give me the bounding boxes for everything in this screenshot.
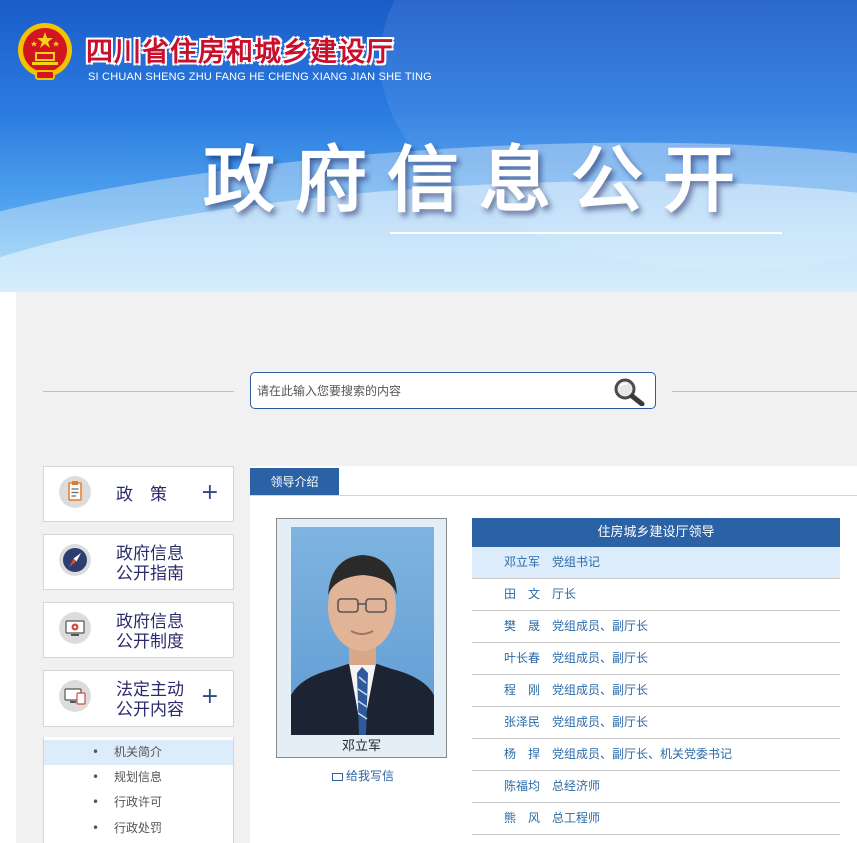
leader-name: 邓立军 xyxy=(504,555,541,569)
sidebar-item-label: 政府信息 公开制度 xyxy=(116,612,184,652)
leader-position: 党组成员、副厅长 xyxy=(552,619,649,633)
leaders-table: 住房城乡建设厅领导 邓立军 党组书记 田 文 厅长 樊 晟 党组成员、副厅长 叶… xyxy=(472,518,840,835)
bullet-icon: • xyxy=(92,745,100,759)
submenu-item-label: 规划信息 xyxy=(114,770,163,784)
sidebar-submenu: • 机关简介 • 规划信息 • 行政许可 • 行政处罚 xyxy=(43,737,234,843)
leader-name: 田 文 xyxy=(504,587,541,601)
leader-position: 党组成员、副厅长 xyxy=(552,651,649,665)
sidebar-item-label: 政府信息 公开指南 xyxy=(116,544,184,584)
leader-photo[interactable] xyxy=(291,527,434,735)
envelope-icon xyxy=(332,773,343,781)
leader-name: 张泽民 xyxy=(504,715,541,729)
expand-plus-icon[interactable]: + xyxy=(201,686,219,708)
tab-divider xyxy=(250,495,857,496)
write-letter-label: 给我写信 xyxy=(346,769,395,783)
leader-row[interactable]: 程 刚 党组成员、副厅长 xyxy=(472,675,840,707)
title-underline xyxy=(390,232,782,234)
bullet-icon: • xyxy=(92,795,100,809)
leader-position: 厅长 xyxy=(552,587,577,601)
site-logo-title[interactable]: 四川省住房和城乡建设厅 xyxy=(86,30,394,69)
search-input[interactable] xyxy=(257,380,597,402)
leader-row[interactable]: 樊 晟 党组成员、副厅长 xyxy=(472,611,840,643)
clipboard-icon xyxy=(59,476,91,508)
sidebar-item-label: 法定主动 公开内容 xyxy=(116,680,184,720)
submenu-item-agency-intro[interactable]: • 机关简介 xyxy=(44,740,233,765)
leader-position: 党组成员、副厅长 xyxy=(552,715,649,729)
leader-row[interactable]: 田 文 厅长 xyxy=(472,579,840,611)
submenu-item-label: 行政处罚 xyxy=(114,821,163,835)
leader-name: 熊 风 xyxy=(504,811,541,825)
bullet-icon: • xyxy=(92,770,100,784)
sidebar-item-disclosure[interactable]: 法定主动 公开内容 + xyxy=(43,670,234,727)
header-banner: 四川省住房和城乡建设厅 SI CHUAN SHENG ZHU FANG HE C… xyxy=(0,0,857,292)
monitor-icon xyxy=(59,680,91,712)
tab-leadership[interactable]: 领导介绍 xyxy=(250,468,339,496)
settings-screen-icon xyxy=(59,612,91,644)
leader-row[interactable]: 熊 风 总工程师 xyxy=(472,803,840,835)
divider-right xyxy=(672,391,857,392)
leader-position: 总工程师 xyxy=(552,811,601,825)
write-letter-link[interactable]: 给我写信 xyxy=(332,767,394,784)
bullet-icon: • xyxy=(92,821,100,835)
sidebar-item-system[interactable]: 政府信息 公开制度 xyxy=(43,602,234,658)
leader-name: 杨 捍 xyxy=(504,747,541,761)
leaders-table-title: 住房城乡建设厅领导 xyxy=(472,518,840,547)
sidebar-item-label: 政 策 xyxy=(116,485,167,505)
leader-position: 党组成员、副厅长、机关党委书记 xyxy=(552,747,733,761)
leader-row[interactable]: 叶长春 党组成员、副厅长 xyxy=(472,643,840,675)
submenu-item-label: 行政许可 xyxy=(114,795,163,809)
submenu-item-licensing[interactable]: • 行政许可 xyxy=(44,790,233,815)
leader-photo-name: 邓立军 xyxy=(341,739,381,754)
expand-plus-icon[interactable]: + xyxy=(201,482,219,504)
sidebar-item-guide[interactable]: 政府信息 公开指南 xyxy=(43,534,234,590)
submenu-item-penalty[interactable]: • 行政处罚 xyxy=(44,816,233,841)
leader-row[interactable]: 杨 捍 党组成员、副厅长、机关党委书记 xyxy=(472,739,840,771)
compass-icon xyxy=(59,544,91,576)
leader-position: 总经济师 xyxy=(552,779,601,793)
leader-name: 陈福均 xyxy=(504,779,541,793)
sidebar-item-policy[interactable]: 政 策 + xyxy=(43,466,234,522)
leader-name: 樊 晟 xyxy=(504,619,541,633)
search-icon[interactable] xyxy=(609,376,649,406)
site-logo-subtitle: SI CHUAN SHENG ZHU FANG HE CHENG XIANG J… xyxy=(88,71,432,83)
leader-row[interactable]: 邓立军 党组书记 xyxy=(472,547,840,579)
leader-row[interactable]: 张泽民 党组成员、副厅长 xyxy=(472,707,840,739)
leader-photo-card: 邓立军 xyxy=(276,518,447,758)
leader-name: 程 刚 xyxy=(504,683,541,697)
submenu-item-planning[interactable]: • 规划信息 xyxy=(44,765,233,790)
leader-row[interactable]: 陈福均 总经济师 xyxy=(472,771,840,803)
leader-position: 党组成员、副厅长 xyxy=(552,683,649,697)
divider-left xyxy=(43,391,234,392)
national-emblem-icon xyxy=(18,23,72,80)
page-title: 政府信息公开 xyxy=(203,138,756,222)
leader-position: 党组书记 xyxy=(552,555,601,569)
submenu-item-label: 机关简介 xyxy=(114,745,163,759)
leader-name: 叶长春 xyxy=(504,651,541,665)
leadership-panel: 领导介绍 邓立军 给我写信 住房城乡建设厅领导 邓立军 党组书记 田 文 厅长 … xyxy=(250,466,857,843)
search-box xyxy=(250,372,656,409)
portrait-image xyxy=(291,555,434,735)
